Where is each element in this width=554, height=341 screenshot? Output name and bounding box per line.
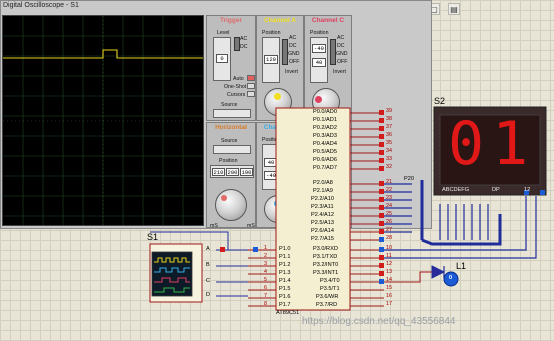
scope-input-b: B <box>206 262 210 268</box>
trace-channel-a <box>3 49 203 59</box>
horizontal-knob[interactable] <box>215 189 247 221</box>
scope-input-d: D <box>206 292 211 298</box>
horizontal-panel: Horizontal Source Position 210 200 190 m… <box>206 122 256 229</box>
channel-a-knob-pointer <box>274 93 281 100</box>
scope-input-c: C <box>206 278 211 284</box>
oscilloscope-window: Digital Oscilloscope - S1 Trigger Level … <box>0 0 432 229</box>
watermark: https://blog.csdn.net/qq_43556844 <box>302 316 456 327</box>
bus-label: P20 <box>404 176 414 182</box>
led-value: 0 <box>449 275 453 281</box>
channel-a-position[interactable]: 120 <box>262 37 280 83</box>
channel-b-knob-pointer <box>274 200 281 207</box>
horizontal-position[interactable]: 210 200 190 <box>210 165 254 178</box>
cursors-button[interactable] <box>247 91 255 97</box>
display-seg-label: ABCDEFG <box>442 187 470 193</box>
display-pin-label: 12 <box>524 187 531 193</box>
trigger-title: Trigger <box>219 17 243 24</box>
horizontal-source-select[interactable] <box>213 145 251 154</box>
channel-c-position[interactable]: -40 40 <box>310 37 328 83</box>
channel-b-panel: Channel B Position 40 -40 AC DC GND OFF … <box>256 122 304 228</box>
mcu-name: AT89C51 <box>276 310 300 316</box>
channel-a-coupling-switch[interactable] <box>282 39 288 65</box>
channel-b-position[interactable]: 40 -40 <box>262 144 280 190</box>
channel-b-coupling-switch[interactable] <box>282 146 288 172</box>
trigger-source-select[interactable] <box>213 109 251 118</box>
horizontal-knob-pointer <box>221 195 227 201</box>
channel-c-knob-pointer <box>315 96 322 103</box>
scope-screen[interactable] <box>2 15 204 226</box>
auto-button[interactable] <box>247 75 255 81</box>
seven-seg-digits: 01 <box>448 109 537 179</box>
scope-input-a: A <box>206 246 210 252</box>
display-dp-label: DP <box>492 187 500 193</box>
one-shot-button[interactable] <box>247 83 255 89</box>
channel-c-coupling-switch[interactable] <box>330 39 336 65</box>
trigger-level-box[interactable]: 0 <box>213 37 231 81</box>
display-ref: S2 <box>434 96 446 106</box>
trigger-coupling-switch[interactable] <box>234 37 240 51</box>
scope-ref: S1 <box>147 232 159 242</box>
page-icon[interactable]: ▤ <box>448 3 460 15</box>
window-title: Digital Oscilloscope - S1 <box>3 2 79 9</box>
trigger-panel: Trigger Level 0 AC DC Auto One-Shot Curs… <box>206 15 256 121</box>
channel-a-panel: Channel A Position 120 AC DC GND OFF Inv… <box>256 15 304 121</box>
led-ref: L1 <box>456 261 467 271</box>
channel-c-panel: Channel C Position -40 40 AC DC GND OFF … <box>304 15 352 121</box>
